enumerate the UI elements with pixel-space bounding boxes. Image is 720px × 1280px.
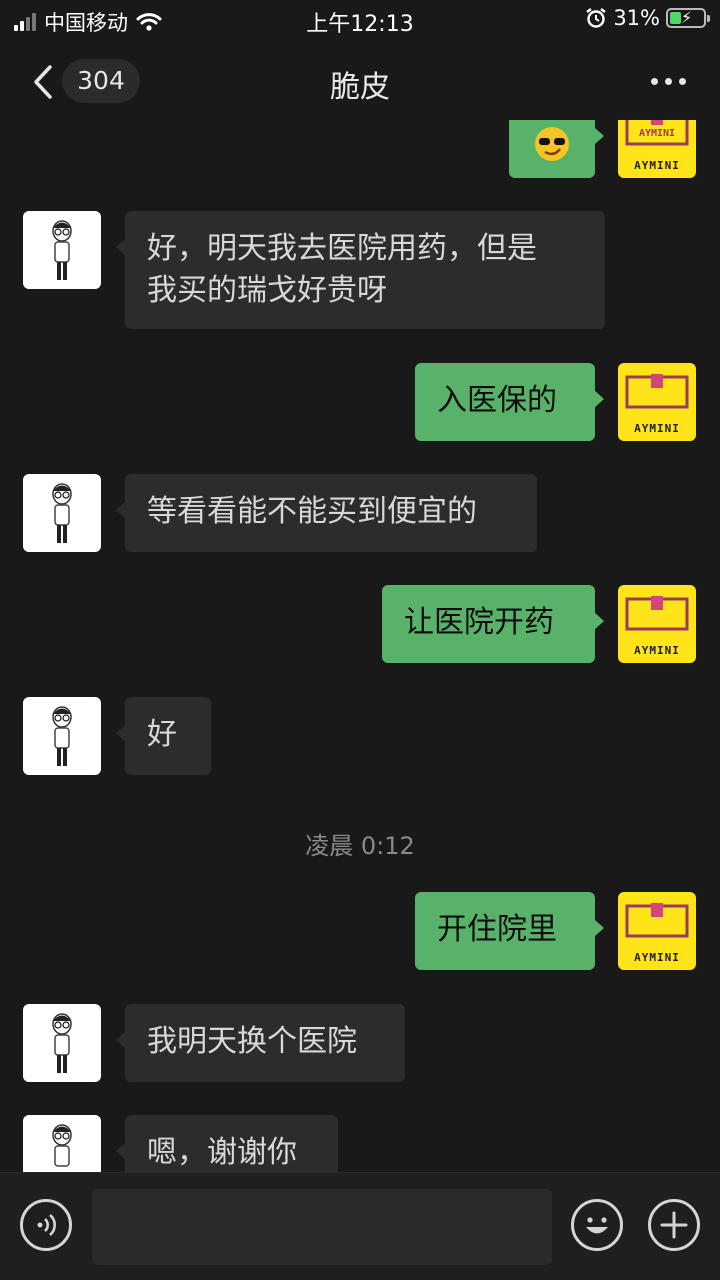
avatar-brand-text: AYMINI	[634, 159, 680, 172]
input-bar	[0, 1172, 720, 1280]
status-right: 31% ⚡	[585, 6, 710, 30]
avatar-brand-text: AYMINI	[634, 951, 680, 964]
message-bubble-incoming[interactable]: 好	[116, 697, 211, 775]
avatar-brand-text: AYMINI	[634, 644, 680, 657]
more-icon[interactable]	[651, 78, 686, 85]
battery-icon: ⚡	[666, 8, 710, 28]
friend-avatar[interactable]	[23, 211, 101, 289]
cartoon-person-avatar	[52, 1013, 72, 1073]
chat-header: 304 脆皮	[0, 44, 720, 120]
avatar-brand-text: AYMINI	[634, 422, 680, 435]
cartoon-person-avatar	[52, 483, 72, 543]
battery-percent: 31%	[613, 6, 660, 30]
message-text-line: 好，明天我去医院用药，但是	[147, 231, 537, 266]
svg-text:AYMINI: AYMINI	[639, 128, 675, 139]
alarm-icon	[586, 8, 607, 28]
message-bubble-outgoing[interactable]: 开住院里	[415, 892, 604, 970]
friend-avatar[interactable]	[23, 1004, 101, 1082]
message-bubble-incoming[interactable]: 好，明天我去医院用药，但是 我买的瑞戈好贵呀	[116, 211, 605, 329]
message-bubble-outgoing[interactable]: 入医保的	[415, 363, 604, 441]
chat-title: 脆皮	[330, 70, 390, 105]
treasure-chest-logo	[625, 596, 689, 631]
emoji-icon[interactable]	[571, 1199, 623, 1251]
friend-avatar[interactable]	[23, 697, 101, 775]
cartoon-person-avatar	[52, 706, 72, 766]
plus-icon[interactable]	[648, 1199, 700, 1251]
message-bubble-incoming[interactable]: 等看看能不能买到便宜的	[116, 474, 537, 552]
my-avatar[interactable]: AYMINI	[618, 892, 696, 970]
treasure-chest-logo	[625, 903, 689, 938]
message-bubble-incoming[interactable]: 我明天换个医院	[116, 1004, 405, 1082]
my-avatar[interactable]: AYMINI	[618, 363, 696, 441]
status-bar: 中国移动 上午12:13 31% ⚡	[0, 0, 720, 40]
friend-avatar[interactable]	[23, 474, 101, 552]
chat-screen: 中国移动 上午12:13 31% ⚡ 304 脆皮 AYMINI AYMINI …	[0, 0, 720, 1280]
message-text-line: 我买的瑞戈好贵呀	[147, 273, 387, 308]
voice-icon[interactable]	[20, 1199, 72, 1251]
message-bubble-outgoing[interactable]: 让医院开药	[382, 585, 604, 663]
sunglasses-emoji-icon	[535, 127, 569, 161]
message-input[interactable]	[92, 1189, 552, 1265]
treasure-chest-logo	[625, 374, 689, 409]
my-avatar[interactable]: AYMINI	[618, 585, 696, 663]
cartoon-person-avatar	[52, 220, 72, 280]
time-separator: 凌晨 0:12	[305, 832, 415, 860]
